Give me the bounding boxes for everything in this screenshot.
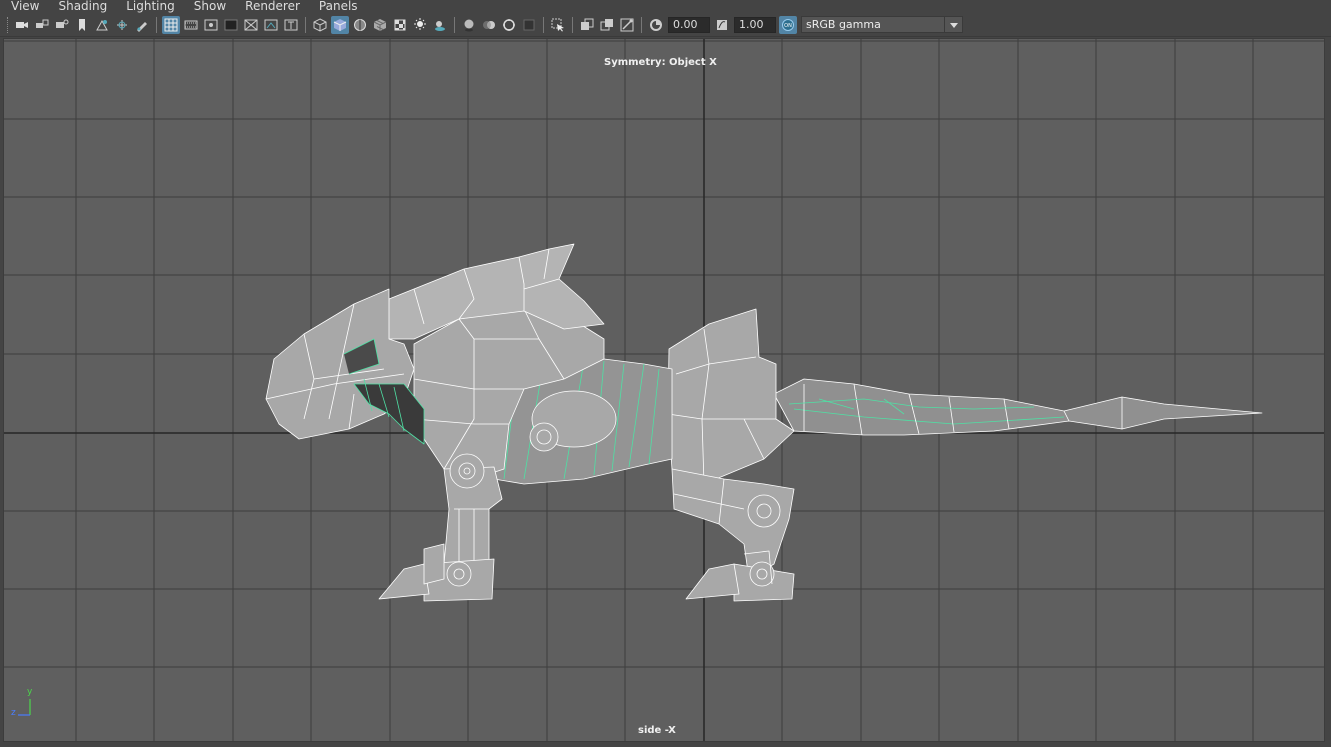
camera-name-label: side -X [638, 725, 676, 736]
xray-icon[interactable] [578, 16, 596, 34]
color-management-icon[interactable]: ON [779, 15, 797, 34]
resolution-gate-icon[interactable] [202, 16, 220, 34]
toolbar-grip[interactable] [7, 16, 9, 33]
chevron-down-icon [944, 17, 962, 32]
menu-lighting[interactable]: Lighting [115, 0, 183, 13]
smooth-shade-icon[interactable] [331, 15, 349, 34]
shadows-icon[interactable] [431, 16, 449, 34]
xray-active-components-icon[interactable] [598, 16, 616, 34]
dinosaur-mesh [265, 243, 1263, 602]
use-lights-icon[interactable] [411, 16, 429, 34]
gamma-icon[interactable] [713, 16, 731, 34]
toolbar-separator [305, 16, 306, 33]
toolbar-separator [454, 16, 455, 33]
axis-z-label: z [11, 708, 16, 718]
camera-lock-icon[interactable] [53, 16, 71, 34]
two-d-pan-icon[interactable] [113, 16, 131, 34]
viewport-grid [4, 39, 1324, 741]
menu-renderer[interactable]: Renderer [234, 0, 308, 13]
menu-shading[interactable]: Shading [47, 0, 115, 13]
isolate-select-icon[interactable] [549, 16, 567, 34]
checker-icon[interactable] [391, 16, 409, 34]
safe-action-icon[interactable] [262, 16, 280, 34]
bookmark-icon[interactable] [73, 16, 91, 34]
camera-icon[interactable] [13, 16, 31, 34]
field-chart-icon[interactable] [242, 16, 260, 34]
menu-show[interactable]: Show [183, 0, 234, 13]
film-gate-icon[interactable] [182, 16, 200, 34]
grease-pencil-icon[interactable] [133, 16, 151, 34]
menu-view[interactable]: View [0, 0, 47, 13]
motion-blur-icon[interactable] [480, 16, 498, 34]
safe-title-icon[interactable] [282, 16, 300, 34]
toolbar-separator [572, 16, 573, 33]
menu-panels[interactable]: Panels [308, 0, 366, 13]
textured-icon[interactable] [371, 16, 389, 34]
exposure-icon[interactable] [647, 16, 665, 34]
wireframe-icon[interactable] [311, 16, 329, 34]
svg-text:ON: ON [784, 23, 792, 29]
image-plane-icon[interactable] [93, 16, 111, 34]
exposure-field[interactable]: 0.00 [668, 16, 710, 33]
color-space-value: sRGB gamma [806, 18, 881, 31]
depth-of-field-icon[interactable] [520, 16, 538, 34]
toolbar-separator [641, 16, 642, 33]
grid-toggle-icon[interactable] [162, 15, 180, 34]
viewport-menubar: View Shading Lighting Show Renderer Pane… [0, 0, 1331, 13]
axis-gizmo: y z [10, 687, 40, 721]
toolbar-separator [543, 16, 544, 33]
gamma-field[interactable]: 1.00 [734, 16, 776, 33]
wireframe-on-shaded-icon[interactable] [351, 16, 369, 34]
camera-attr-icon[interactable] [33, 16, 51, 34]
toolbar-separator [156, 16, 157, 33]
viewport-toolbar: 0.00 1.00 ON sRGB gamma [0, 13, 1331, 37]
screen-space-ao-icon[interactable] [460, 16, 478, 34]
symmetry-label: Symmetry: Object X [604, 57, 717, 68]
axis-y-label: y [27, 687, 33, 697]
xray-joints-icon[interactable] [618, 16, 636, 34]
viewport-panel[interactable]: Symmetry: Object X side -X y z [3, 38, 1325, 742]
anti-alias-icon[interactable] [500, 16, 518, 34]
gate-mask-icon[interactable] [222, 16, 240, 34]
color-space-dropdown[interactable]: sRGB gamma [801, 16, 963, 33]
